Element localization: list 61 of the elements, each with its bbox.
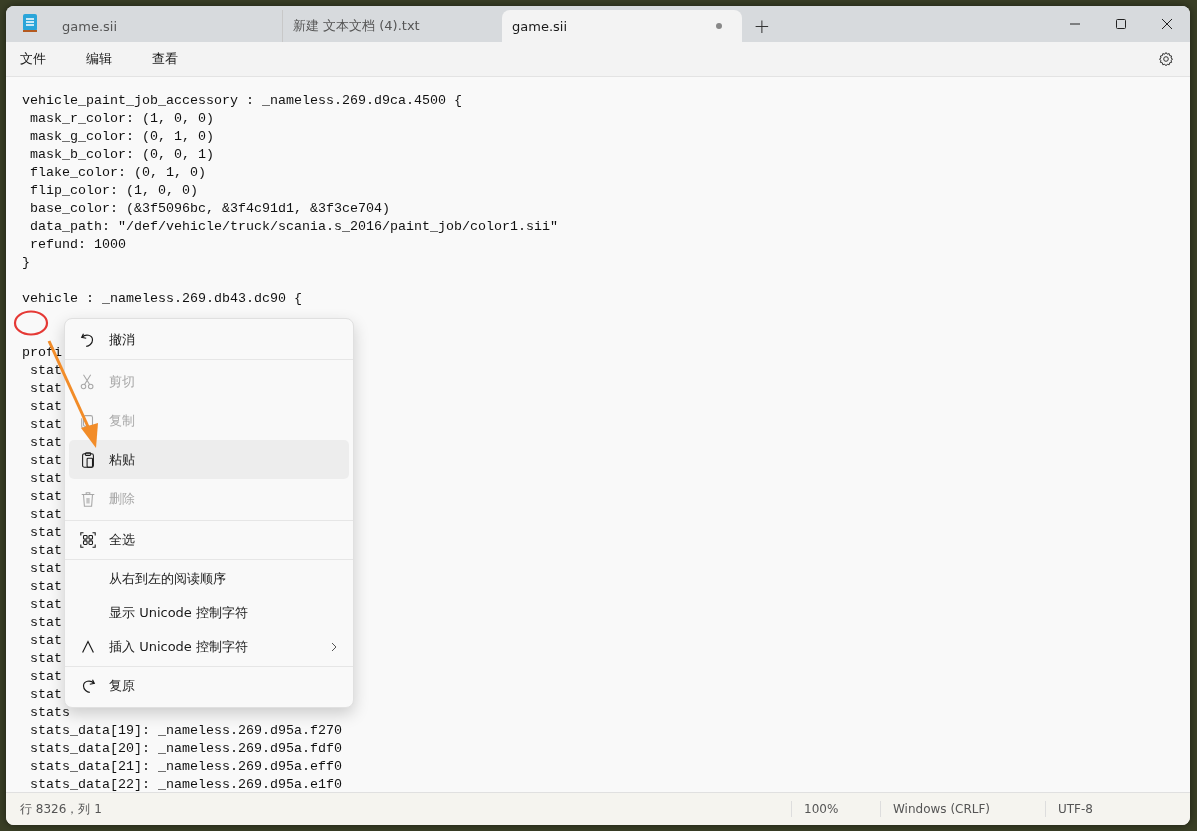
code-line: stat xyxy=(29,434,62,452)
code-line: vehicle : _nameless.269.db43.dc90 { xyxy=(22,290,302,308)
code-line: refund: 1000 xyxy=(29,236,126,254)
encoding[interactable]: UTF-8 xyxy=(1045,801,1190,817)
code-line: stats_data[19]: _nameless.269.d95a.f270 xyxy=(29,722,342,740)
code-line: stat xyxy=(29,506,62,524)
tab[interactable]: game.sii xyxy=(52,10,282,42)
code-line: stats_data[20]: _nameless.269.d95a.fdf0 xyxy=(29,740,342,758)
code-line: flake_color: (0, 1, 0) xyxy=(29,164,206,182)
code-line: stat xyxy=(29,542,62,560)
clipboard-icon xyxy=(79,450,97,469)
menu-item[interactable]: 编辑 xyxy=(78,46,120,72)
close-icon[interactable] xyxy=(1161,18,1173,30)
cursor-position: 行 8326，列 1 xyxy=(19,801,103,817)
code-line: stat xyxy=(29,560,62,578)
maximize-icon[interactable] xyxy=(1115,18,1127,30)
code-line: stat xyxy=(29,596,62,614)
select-all-icon xyxy=(79,531,97,549)
code-line: stat xyxy=(29,488,62,506)
code-line: stat xyxy=(29,524,62,542)
code-line: mask_g_color: (0, 1, 0) xyxy=(29,128,214,146)
code-line: stat xyxy=(29,632,62,650)
menu-item[interactable]: 从右到左的阅读顺序 xyxy=(69,562,349,596)
menu-item[interactable]: 粘贴 xyxy=(69,440,349,479)
new-tab-button[interactable]: + xyxy=(742,10,782,42)
code-line: stat xyxy=(29,398,62,416)
notepad-icon xyxy=(22,12,38,32)
code-line: stat xyxy=(29,470,62,488)
code-line: stat xyxy=(29,362,62,380)
code-line: flip_color: (1, 0, 0) xyxy=(29,182,198,200)
menu-item[interactable]: 复原 xyxy=(69,669,349,703)
code-line: stats_data[22]: _nameless.269.d95a.e1f0 xyxy=(29,776,342,792)
trash-icon xyxy=(79,489,97,508)
code-line: stat xyxy=(29,578,62,596)
code-line: stat xyxy=(29,416,62,434)
code-line: stat xyxy=(29,380,62,398)
menu-item[interactable]: 全选 xyxy=(69,523,349,557)
code-line: stat xyxy=(29,668,62,686)
code-line: data_path: "/def/vehicle/truck/scania.s_2016/paint_job/color1.sii" xyxy=(29,218,558,236)
settings-icon[interactable] xyxy=(1158,51,1174,67)
code-line: stat xyxy=(29,452,62,470)
code-line: stats_data[21]: _nameless.269.d95a.eff0 xyxy=(29,758,342,776)
tab[interactable]: game.sii xyxy=(502,10,742,42)
scissors-icon xyxy=(79,372,97,391)
code-line: mask_b_color: (0, 0, 1) xyxy=(29,146,214,164)
line-ending[interactable]: Windows (CRLF) xyxy=(880,801,1045,817)
code-line: mask_r_color: (1, 0, 0) xyxy=(29,110,214,128)
code-line: stat xyxy=(29,614,62,632)
code-line: stat xyxy=(29,650,62,668)
code-line: } xyxy=(22,254,30,272)
menu-item[interactable]: 显示 Unicode 控制字符 xyxy=(69,596,349,630)
code-line: stats xyxy=(29,704,70,722)
menu-item[interactable]: 撤消 xyxy=(69,323,349,357)
menu-item[interactable]: 插入 Unicode 控制字符 xyxy=(69,630,349,664)
code-line: vehicle_paint_job_accessory : _nameless.269.d9ca.4500 { xyxy=(22,92,462,110)
code-line: base_color: (&3f5096bc, &3f4c91d1, &3f3ce704) xyxy=(29,200,390,218)
menu-item[interactable]: 查看 xyxy=(144,46,186,72)
menu-item[interactable]: 文件 xyxy=(12,46,54,72)
code-line: stat xyxy=(29,686,62,704)
circle-annotation xyxy=(13,310,49,336)
zoom-level[interactable]: 100% xyxy=(791,801,880,817)
